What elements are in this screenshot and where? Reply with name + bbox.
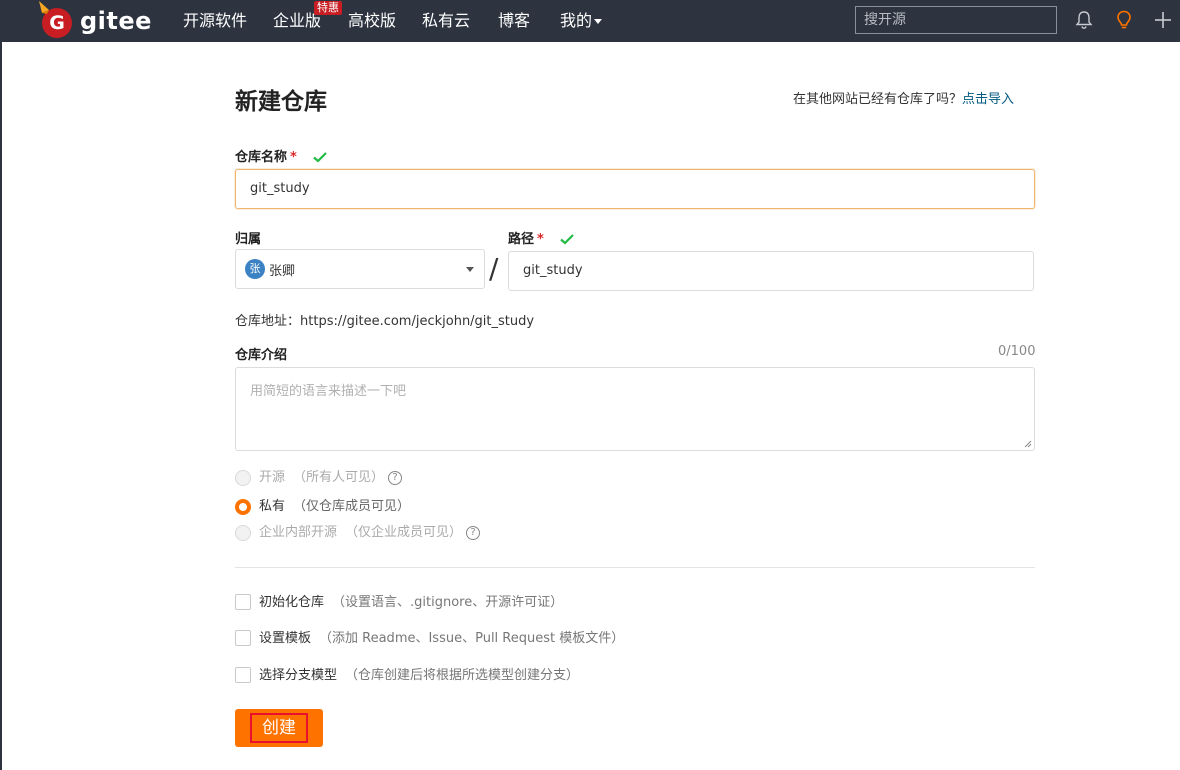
party-hat-icon (39, 1, 49, 14)
intro-textarea[interactable]: 用简短的语言来描述一下吧 (235, 367, 1035, 451)
import-question: 在其他网站已经有仓库了吗？ (793, 92, 963, 107)
option-text: 选择分支模型 (259, 668, 338, 683)
visibility-option-sub: （所有人可见） (293, 470, 385, 485)
visibility-option-label: 企业内部开源 （仅企业成员可见）? (259, 523, 481, 543)
visibility-option-text: 企业内部开源 (259, 525, 338, 540)
radio-button[interactable] (235, 499, 251, 515)
nav-item-blog[interactable]: 博客 (498, 10, 530, 32)
owner-label: 归属 (235, 232, 262, 247)
import-link[interactable]: 点击导入 (962, 92, 1014, 107)
chevron-down-icon (466, 267, 474, 272)
resize-handle-icon[interactable] (1024, 440, 1032, 448)
intro-counter: 0/100 (998, 344, 1036, 359)
plus-icon[interactable] (1152, 9, 1174, 31)
enterprise-promo-badge: 特惠 (314, 1, 342, 15)
path-input[interactable]: git_study (508, 251, 1034, 291)
checkbox[interactable] (235, 667, 251, 683)
path-separator: / (489, 252, 499, 285)
path-label: 路径 * (508, 228, 575, 247)
checkbox[interactable] (235, 630, 251, 646)
nav-item-private-cloud[interactable]: 私有云 (422, 10, 470, 32)
top-navbar: G gitee 开源软件 企业版 特惠 高校版 私有云 博客 我的 搜开源 (2, 0, 1180, 42)
visibility-option-text: 开源 (259, 470, 286, 485)
visibility-option-sub: （仅企业成员可见） (345, 525, 463, 540)
radio-button[interactable] (235, 470, 251, 486)
visibility-option-text: 私有 (259, 499, 286, 514)
repo-address: 仓库地址：https://gitee.com/jeckjohn/git_stud… (235, 310, 534, 329)
required-mark: * (537, 232, 544, 247)
visibility-option-label: 开源 （所有人可见）? (259, 468, 403, 488)
intro-placeholder: 用简短的语言来描述一下吧 (250, 384, 407, 399)
option-sub: （仓库创建后将根据所选模型创建分支） (345, 668, 580, 683)
option-label: 选择分支模型 （仓库创建后将根据所选模型创建分支） (259, 666, 579, 686)
owner-select[interactable]: 张 张卿 (235, 249, 485, 289)
repo-name-label: 仓库名称 * (235, 146, 328, 165)
option-text: 设置模板 (259, 631, 312, 646)
visibility-option-sub: （仅仓库成员可见） (293, 499, 411, 514)
gitee-logo[interactable]: G gitee (38, 1, 151, 39)
gitee-logo-text: gitee (80, 7, 152, 35)
option-label: 初始化仓库 （设置语言、.gitignore、开源许可证） (259, 593, 563, 613)
repo-name-label-text: 仓库名称 (235, 150, 288, 165)
option-sub: （设置语言、.gitignore、开源许可证） (332, 595, 564, 610)
owner-name: 张卿 (269, 264, 296, 279)
option-label: 设置模板 （添加 Readme、Issue、Pull Request 模板文件） (259, 629, 624, 649)
repo-address-label: 仓库地址： (235, 314, 301, 329)
lightbulb-icon[interactable] (1113, 9, 1135, 31)
radio-button[interactable] (235, 525, 251, 541)
checkmark-icon (560, 234, 575, 245)
option-sub: （添加 Readme、Issue、Pull Request 模板文件） (319, 631, 625, 646)
create-button-label: 创建 (250, 713, 308, 743)
repo-address-value: https://gitee.com/jeckjohn/git_study (300, 314, 535, 329)
page-title: 新建仓库 (235, 89, 327, 115)
search-input[interactable]: 搜开源 (855, 6, 1057, 34)
section-divider (235, 567, 1035, 568)
repo-name-input[interactable]: git_study (235, 169, 1035, 209)
nav-item-open-source[interactable]: 开源软件 (183, 10, 247, 32)
avatar: 张 (245, 259, 265, 279)
create-button[interactable]: 创建 (235, 709, 323, 747)
required-mark: * (290, 150, 297, 165)
intro-label: 仓库介绍 (235, 348, 288, 363)
checkbox[interactable] (235, 594, 251, 610)
bell-icon[interactable] (1073, 9, 1095, 31)
chevron-down-icon (594, 19, 603, 24)
help-icon[interactable]: ? (388, 470, 403, 485)
nav-item-education[interactable]: 高校版 (348, 10, 396, 32)
checkmark-icon (313, 152, 328, 163)
import-hint: 在其他网站已经有仓库了吗？点击导入 (793, 88, 1014, 107)
visibility-option-label: 私有 （仅仓库成员可见） (259, 497, 410, 517)
option-text: 初始化仓库 (259, 595, 325, 610)
path-label-text: 路径 (508, 232, 535, 247)
nav-item-mine-label: 我的 (560, 11, 593, 30)
nav-item-mine[interactable]: 我的 (560, 10, 603, 32)
help-icon[interactable]: ? (466, 525, 481, 540)
